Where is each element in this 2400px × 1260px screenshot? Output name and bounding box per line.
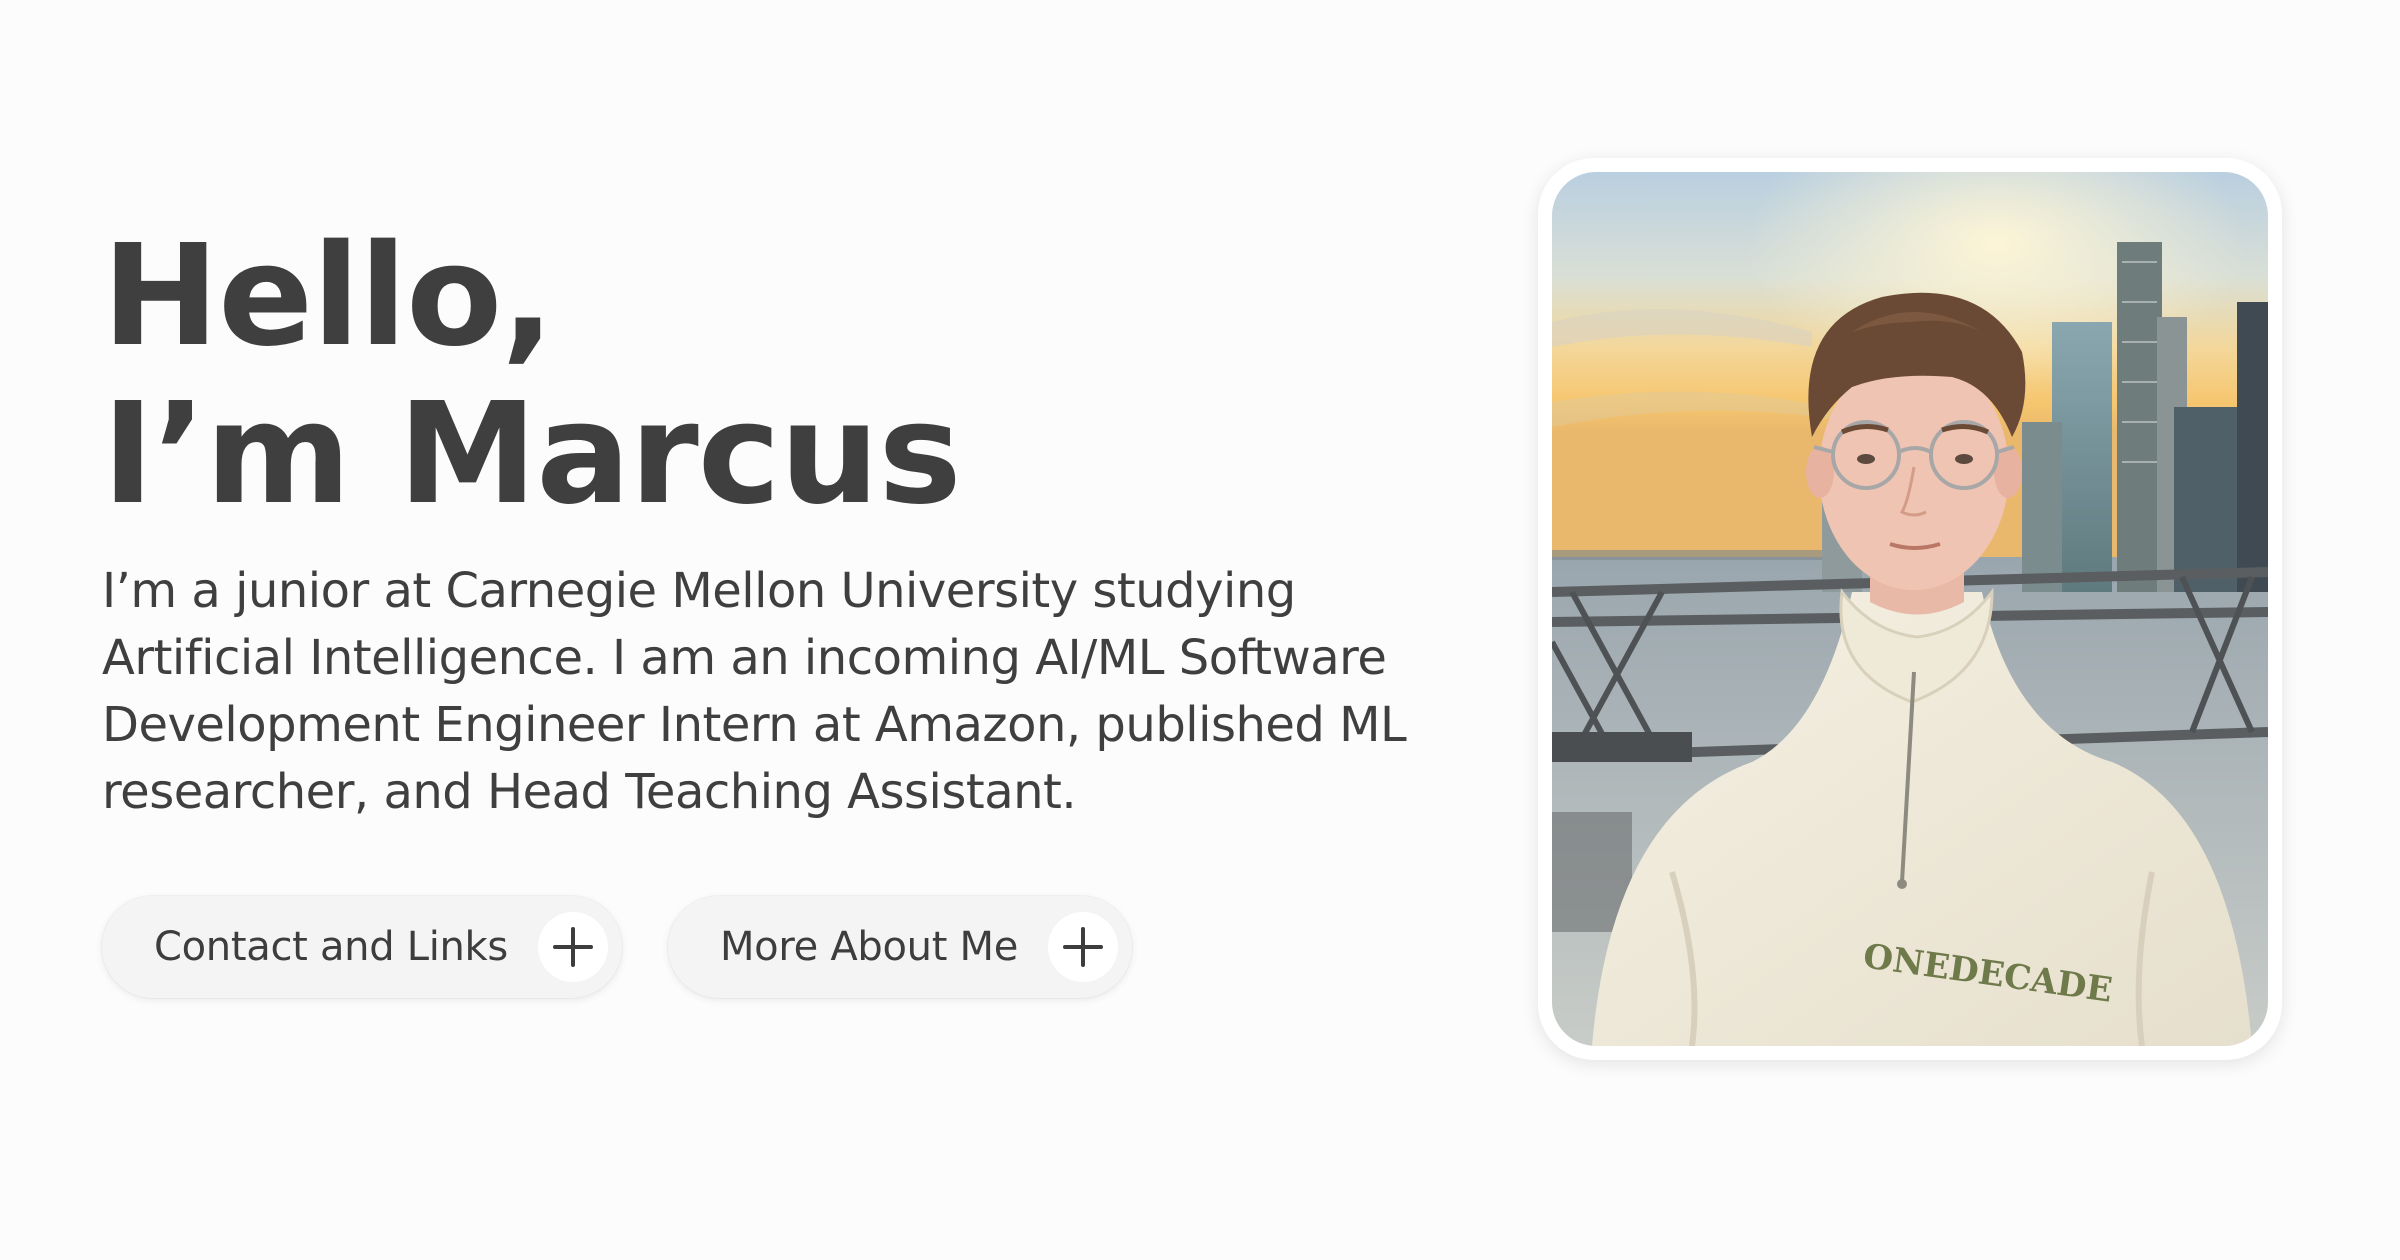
- bio-line: Artificial Intelligence. I am an incomin…: [102, 630, 1387, 686]
- bio-line: researcher, and Head Teaching Assistant.: [102, 764, 1077, 820]
- page: Hello, I’m Marcus I’m a junior at Carneg…: [0, 0, 2400, 1260]
- bio-line: Development Engineer Intern at Amazon, p…: [102, 697, 1407, 753]
- action-buttons: Contact and Links More About Me: [102, 896, 1133, 998]
- more-about-me-button[interactable]: More About Me: [667, 896, 1133, 998]
- bio-paragraph: I’m a junior at Carnegie Mellon Universi…: [102, 558, 1407, 826]
- headline: Hello, I’m Marcus: [102, 218, 1402, 534]
- profile-photo: ONEDECADE: [1552, 172, 2268, 1046]
- plus-icon: [537, 912, 608, 982]
- hero-section: Hello, I’m Marcus I’m a junior at Carneg…: [102, 218, 1407, 826]
- plus-icon: [1048, 912, 1119, 982]
- bio-line: I’m a junior at Carnegie Mellon Universi…: [102, 563, 1296, 619]
- headline-name: I’m Marcus: [102, 373, 962, 536]
- more-about-me-label: More About Me: [719, 924, 1019, 970]
- headline-greeting: Hello,: [102, 215, 554, 378]
- profile-photo-card: ONEDECADE: [1538, 158, 2282, 1060]
- contact-and-links-label: Contact and Links: [154, 924, 508, 970]
- contact-and-links-button[interactable]: Contact and Links: [102, 896, 622, 998]
